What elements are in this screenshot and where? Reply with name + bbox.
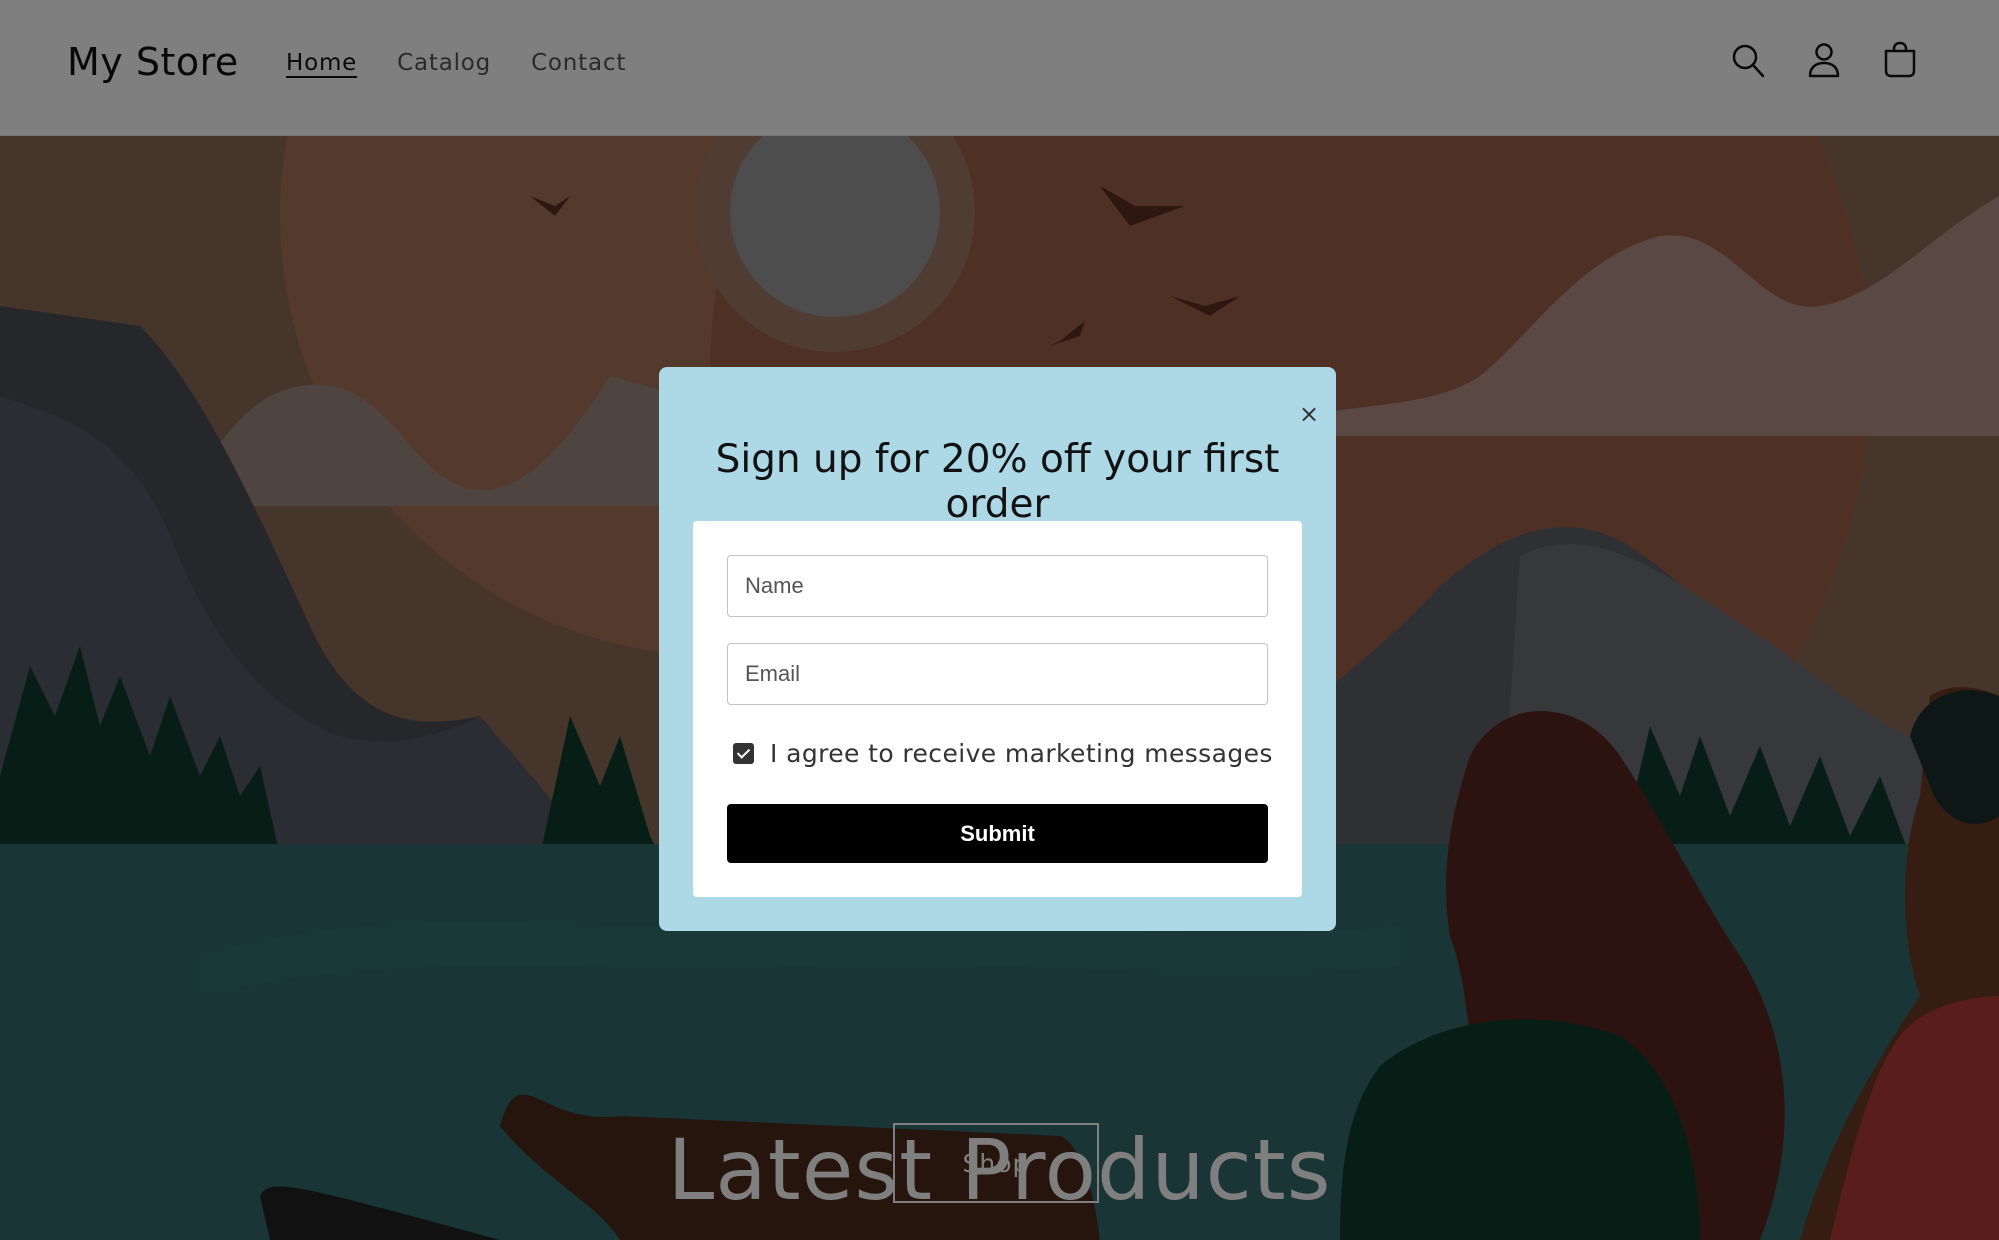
consent-label: I agree to receive marketing messages	[770, 739, 1273, 768]
modal-title: Sign up for 20% off your first order	[715, 437, 1280, 527]
consent-row: I agree to receive marketing messages	[733, 739, 1273, 768]
consent-checkbox[interactable]	[733, 743, 754, 764]
close-icon[interactable]: ×	[1298, 402, 1320, 426]
signup-modal: × Sign up for 20% off your first order I…	[659, 367, 1336, 931]
submit-button[interactable]: Submit	[727, 804, 1268, 863]
name-field[interactable]	[727, 555, 1268, 617]
signup-form: I agree to receive marketing messages Su…	[693, 521, 1302, 897]
email-field[interactable]	[727, 643, 1268, 705]
